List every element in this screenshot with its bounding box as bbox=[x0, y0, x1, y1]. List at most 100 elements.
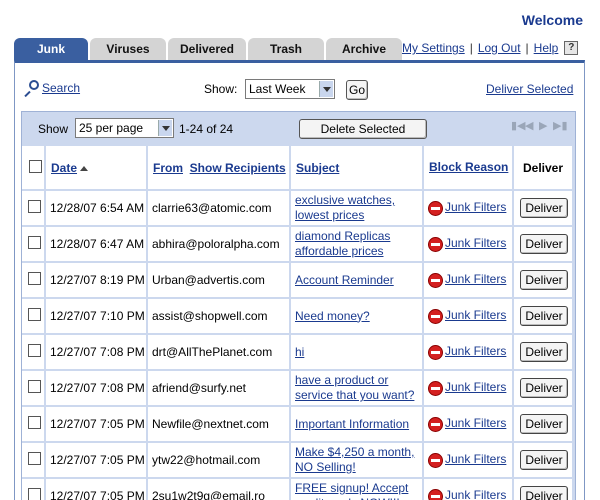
table-row[interactable]: 12/28/07 6:47 AM abhira@poloralpha.com dia… bbox=[22, 227, 574, 263]
row-from: ytw22@hotmail.com bbox=[148, 443, 291, 479]
row-subject-link[interactable]: exclusive watches, lowest prices bbox=[295, 193, 395, 222]
row-subject-link[interactable]: diamond Replicas affordable prices bbox=[295, 229, 390, 258]
row-subject-link[interactable]: Account Reminder bbox=[295, 273, 394, 287]
per-page-select[interactable]: 25 per page bbox=[75, 118, 174, 138]
table-row[interactable]: 12/28/07 6:54 AM clarrie63@atomic.com excl… bbox=[22, 191, 574, 227]
junk-filters-link[interactable]: Junk Filters bbox=[445, 488, 506, 500]
row-checkbox[interactable] bbox=[28, 380, 41, 393]
select-all-checkbox[interactable] bbox=[29, 159, 42, 173]
row-subject-link[interactable]: have a product or service that you want? bbox=[295, 373, 414, 402]
deliver-button[interactable]: Deliver bbox=[520, 450, 568, 470]
row-deliver-cell: Deliver bbox=[514, 335, 574, 371]
row-checkbox[interactable] bbox=[28, 416, 41, 429]
search-link[interactable]: Search bbox=[42, 81, 80, 95]
row-select-cell bbox=[22, 335, 46, 371]
block-icon bbox=[428, 416, 443, 432]
row-subject-link[interactable]: Make $4,250 a month, NO Selling! bbox=[295, 445, 414, 474]
pager-nav: ▮◀ ◀ ▶ ▶▮ bbox=[511, 121, 568, 132]
row-from: afriend@surfy.net bbox=[148, 371, 291, 407]
table-row[interactable]: 12/27/07 7:08 PM drt@AllThePlanet.com hi Ju… bbox=[22, 335, 574, 371]
welcome-text: Welcome bbox=[521, 12, 583, 28]
next-page-icon[interactable]: ▶ bbox=[539, 121, 551, 132]
select-all-cell bbox=[22, 146, 46, 191]
table-row[interactable]: 12/27/07 7:08 PM afriend@surfy.net have a … bbox=[22, 371, 574, 407]
search-icon[interactable] bbox=[23, 80, 39, 98]
deliver-button[interactable]: Deliver bbox=[520, 414, 568, 434]
row-deliver-cell: Deliver bbox=[514, 479, 574, 500]
from-header: From Show Recipients bbox=[148, 146, 291, 191]
deliver-button[interactable]: Deliver bbox=[520, 378, 568, 398]
row-select-cell bbox=[22, 479, 46, 500]
junk-filters-link[interactable]: Junk Filters bbox=[445, 416, 506, 430]
deliver-button[interactable]: Deliver bbox=[520, 486, 568, 500]
tab-junk[interactable]: Junk bbox=[14, 38, 88, 60]
date-sort-link[interactable]: Date bbox=[51, 161, 77, 175]
row-subject-link[interactable]: Important Information bbox=[295, 417, 409, 431]
row-subject-link[interactable]: hi bbox=[295, 345, 304, 359]
chevron-down-icon[interactable] bbox=[319, 81, 333, 97]
subject-sort-link[interactable]: Subject bbox=[296, 161, 339, 175]
row-subject-link[interactable]: Need money? bbox=[295, 309, 370, 323]
junk-filters-link[interactable]: Junk Filters bbox=[445, 344, 506, 358]
junk-filters-link[interactable]: Junk Filters bbox=[445, 452, 506, 466]
table-row[interactable]: 12/27/07 7:10 PM assist@shopwell.com Need … bbox=[22, 299, 574, 335]
deliver-button[interactable]: Deliver bbox=[520, 234, 568, 254]
row-checkbox[interactable] bbox=[28, 452, 41, 465]
row-deliver-cell: Deliver bbox=[514, 191, 574, 227]
row-subject-link[interactable]: FREE signup! Accept credit cards NOW!!! bbox=[295, 481, 408, 500]
logout-link[interactable]: Log Out bbox=[478, 41, 521, 55]
tab-trash[interactable]: Trash bbox=[248, 38, 324, 60]
delete-selected-button[interactable]: Delete Selected bbox=[299, 119, 427, 139]
row-checkbox[interactable] bbox=[28, 236, 41, 249]
table-row[interactable]: 12/27/07 8:19 PM Urban@advertis.com Accoun… bbox=[22, 263, 574, 299]
block-icon bbox=[428, 308, 443, 324]
junk-filters-link[interactable]: Junk Filters bbox=[445, 308, 506, 322]
row-checkbox[interactable] bbox=[28, 272, 41, 285]
from-sort-link[interactable]: From bbox=[153, 161, 183, 175]
row-checkbox[interactable] bbox=[28, 200, 41, 213]
date-header: Date bbox=[46, 146, 148, 191]
block-icon bbox=[428, 272, 443, 288]
tab-delivered[interactable]: Delivered bbox=[168, 38, 246, 60]
row-block-reason-cell: Junk Filters bbox=[424, 335, 514, 371]
show-recipients-link[interactable]: Show Recipients bbox=[190, 161, 286, 175]
row-from: clarrie63@atomic.com bbox=[148, 191, 291, 227]
junk-filters-link[interactable]: Junk Filters bbox=[445, 236, 506, 250]
deliver-button[interactable]: Deliver bbox=[520, 342, 568, 362]
first-page-icon[interactable]: ▮◀ bbox=[511, 121, 526, 132]
table-row[interactable]: 12/27/07 7:05 PM ytw22@hotmail.com Make $4… bbox=[22, 443, 574, 479]
junk-filters-link[interactable]: Junk Filters bbox=[445, 200, 506, 214]
junk-filters-link[interactable]: Junk Filters bbox=[445, 380, 506, 394]
help-icon[interactable]: ? bbox=[564, 41, 579, 55]
deliver-selected-link[interactable]: Deliver Selected bbox=[486, 82, 573, 96]
block-reason-header: Block Reason bbox=[424, 146, 514, 191]
row-subject-cell: FREE signup! Accept credit cards NOW!!! bbox=[291, 479, 424, 500]
go-button[interactable]: Go bbox=[346, 80, 368, 100]
tab-viruses[interactable]: Viruses bbox=[90, 38, 166, 60]
help-link[interactable]: Help bbox=[534, 41, 559, 55]
block-reason-sort-link[interactable]: Block Reason bbox=[429, 160, 508, 174]
last-page-icon[interactable]: ▶▮ bbox=[553, 121, 568, 132]
row-checkbox[interactable] bbox=[28, 344, 41, 357]
row-date: 12/28/07 6:54 AM bbox=[46, 191, 148, 227]
deliver-button[interactable]: Deliver bbox=[520, 270, 568, 290]
search-control[interactable]: Search bbox=[23, 80, 80, 98]
row-block-reason-cell: Junk Filters bbox=[424, 407, 514, 443]
tab-archive[interactable]: Archive bbox=[326, 38, 402, 60]
period-select[interactable]: Last Week bbox=[245, 79, 335, 99]
table-row[interactable]: 12/27/07 7:05 PM 2su1w2t9g@email.ro FREE s… bbox=[22, 479, 574, 500]
junk-filters-link[interactable]: Junk Filters bbox=[445, 272, 506, 286]
deliver-button[interactable]: Deliver bbox=[520, 306, 568, 326]
row-subject-cell: Need money? bbox=[291, 299, 424, 335]
row-checkbox[interactable] bbox=[28, 488, 41, 500]
deliver-button[interactable]: Deliver bbox=[520, 198, 568, 218]
prev-page-icon[interactable]: ◀ bbox=[525, 121, 537, 132]
row-checkbox[interactable] bbox=[28, 308, 41, 321]
row-date: 12/27/07 7:05 PM bbox=[46, 479, 148, 500]
row-select-cell bbox=[22, 407, 46, 443]
row-date: 12/27/07 7:08 PM bbox=[46, 335, 148, 371]
table-row[interactable]: 12/27/07 7:05 PM Newfile@nextnet.com Impor… bbox=[22, 407, 574, 443]
my-settings-link[interactable]: My Settings bbox=[402, 41, 465, 55]
show-period-label: Show: bbox=[204, 82, 238, 96]
chevron-down-icon[interactable] bbox=[158, 120, 172, 136]
